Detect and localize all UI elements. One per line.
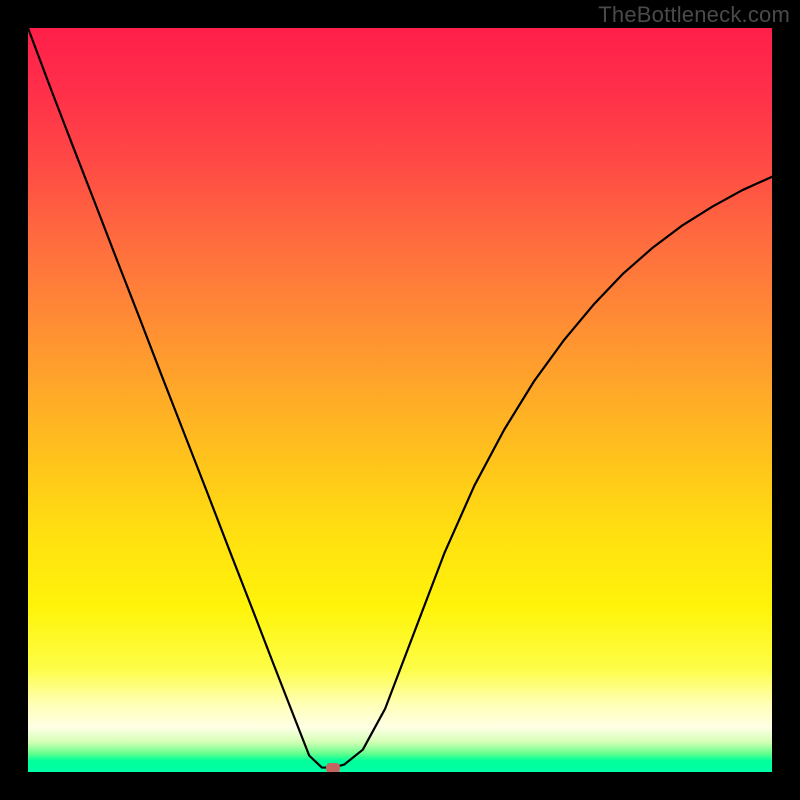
watermark-text: TheBottleneck.com bbox=[598, 2, 790, 28]
bottleneck-curve bbox=[28, 28, 772, 768]
curve-svg bbox=[28, 28, 772, 772]
plot-area bbox=[28, 28, 772, 772]
chart-frame: TheBottleneck.com bbox=[0, 0, 800, 800]
minimum-marker bbox=[326, 763, 340, 772]
